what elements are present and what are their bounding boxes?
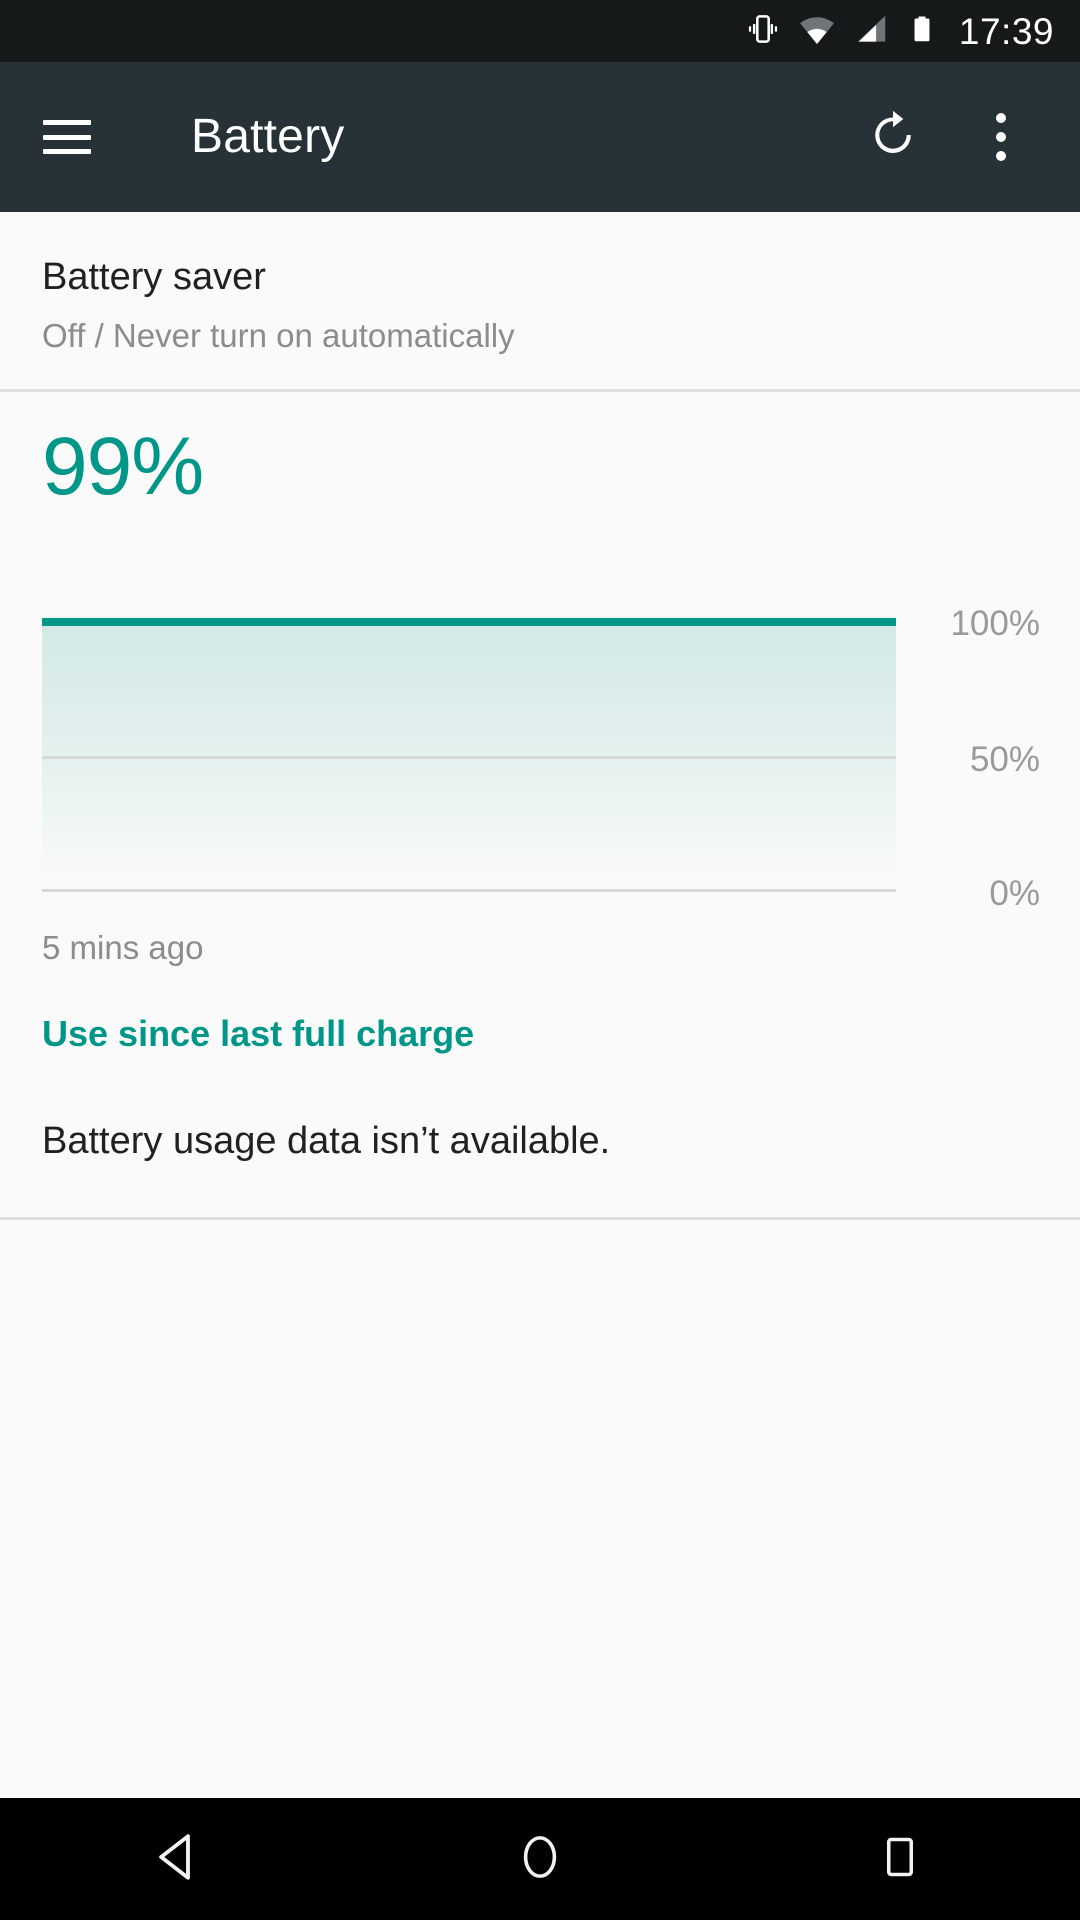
- battery-level-block: 99%: [0, 392, 1080, 508]
- usage-empty-row: Battery usage data isn’t available.: [0, 1055, 1080, 1217]
- more-vertical-icon: [996, 113, 1006, 161]
- chart-time-label: 5 mins ago: [42, 929, 204, 967]
- status-bar: 17:39: [0, 0, 1080, 62]
- y-axis-label-50: 50%: [969, 740, 1040, 780]
- status-bar-clock: 17:39: [958, 10, 1054, 52]
- app-bar-left: Battery: [0, 113, 344, 161]
- divider-bottom: [0, 1216, 1080, 1220]
- battery-full-icon: [906, 13, 938, 50]
- usage-empty-message: Battery usage data isn’t available.: [42, 1120, 611, 1163]
- nav-back-button[interactable]: [0, 1798, 360, 1920]
- nav-recents-button[interactable]: [720, 1798, 1080, 1920]
- page-title: Battery: [191, 110, 345, 163]
- hamburger-menu-icon[interactable]: [43, 120, 91, 154]
- battery-settings-screen: 17:39 Battery Battery saver Off / Never …: [0, 0, 1080, 1920]
- battery-saver-summary: Off / Never turn on automatically: [42, 316, 515, 354]
- y-axis-label-100: 100%: [950, 604, 1040, 644]
- battery-saver-row[interactable]: Battery saver Off / Never turn on automa…: [0, 212, 1080, 389]
- usage-link-row: Use since last full charge: [0, 968, 1080, 1055]
- cellular-signal-icon: [853, 11, 889, 52]
- nav-home-button[interactable]: [360, 1798, 720, 1920]
- wifi-icon: [798, 10, 836, 53]
- app-bar: Battery: [0, 62, 1080, 212]
- app-bar-actions: [850, 94, 1080, 180]
- vibrate-icon: [745, 11, 781, 52]
- recents-icon: [875, 1832, 925, 1887]
- back-icon: [151, 1828, 209, 1891]
- content-area: Battery saver Off / Never turn on automa…: [0, 212, 1080, 1798]
- refresh-button[interactable]: [850, 94, 936, 180]
- navigation-bar: [0, 1798, 1080, 1920]
- refresh-icon: [866, 108, 920, 167]
- battery-percent-label: 99%: [42, 421, 204, 513]
- use-since-last-full-charge-link[interactable]: Use since last full charge: [42, 1012, 1038, 1055]
- chart-y-axis-labels: 100% 50% 0%: [0, 594, 1080, 914]
- home-icon: [513, 1830, 567, 1889]
- status-bar-icons: [745, 10, 938, 53]
- y-axis-label-0: 0%: [989, 874, 1040, 914]
- battery-history-chart[interactable]: 100% 50% 0%: [0, 594, 1080, 914]
- battery-saver-title: Battery saver: [42, 256, 266, 298]
- overflow-menu-button[interactable]: [958, 94, 1044, 180]
